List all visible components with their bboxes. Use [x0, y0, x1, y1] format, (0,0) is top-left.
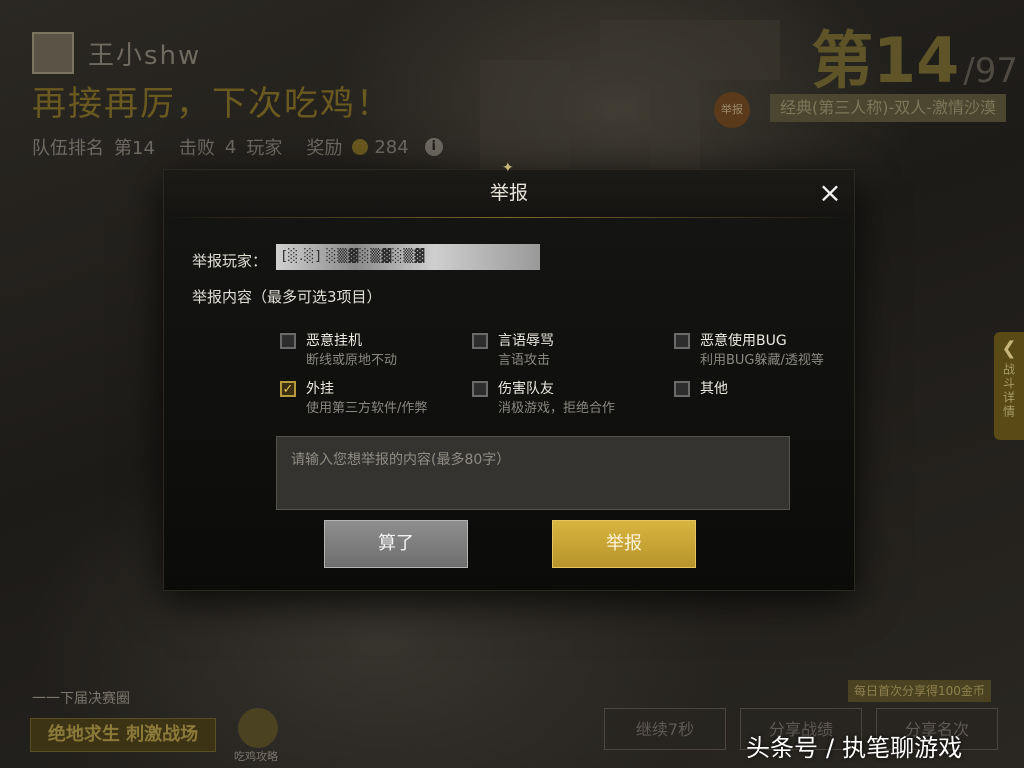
checkbox-checked[interactable]: ✓: [280, 381, 296, 397]
rank-total: /97: [963, 51, 1018, 91]
reward-value: 284: [374, 136, 409, 158]
avatar: [32, 32, 74, 74]
report-content-label: 举报内容（最多可选3项目）: [192, 288, 382, 306]
background-structure: [480, 60, 570, 180]
checkbox[interactable]: [674, 333, 690, 349]
option-title: 其他: [700, 381, 728, 397]
option-bug-abuse[interactable]: 恶意使用BUG 利用BUG躲藏/透视等: [674, 332, 824, 370]
kills-label: 击败: [178, 138, 215, 159]
option-cheating[interactable]: ✓ 外挂 使用第三方软件/作弊: [280, 380, 427, 418]
player-name: 王小shw: [88, 40, 202, 71]
checkbox[interactable]: [472, 381, 488, 397]
report-text-input[interactable]: 请输入您想举报的内容(最多80字）: [276, 436, 790, 510]
report-player-label: 举报玩家：: [192, 252, 268, 270]
background-structure: [650, 80, 700, 180]
checkbox[interactable]: [280, 333, 296, 349]
checkbox[interactable]: [472, 333, 488, 349]
match-stats: 队伍排名 第14 击败 4 玩家 奖励 284 i: [32, 134, 443, 160]
reward-label: 奖励: [306, 138, 343, 159]
bottom-left-text: 一一下届决赛圈: [32, 691, 130, 707]
option-other[interactable]: 其他: [674, 380, 728, 398]
option-team-damage[interactable]: 伤害队友 消极游戏，拒绝合作: [472, 380, 615, 418]
option-afk[interactable]: 恶意挂机 断线或原地不动: [280, 332, 397, 370]
share-reward-tip: 每日首次分享得100金币: [848, 680, 991, 702]
dialog-header: ✦ 举报 ×: [164, 160, 854, 219]
checkbox[interactable]: [674, 381, 690, 397]
option-desc: 言语攻击: [498, 353, 551, 368]
watermark-author: 执笔聊游戏: [842, 734, 963, 762]
option-title: 伤害队友: [498, 381, 554, 397]
kills-value: 4: [224, 136, 237, 158]
option-verbal-abuse[interactable]: 言语辱骂 言语攻击: [472, 332, 554, 370]
team-rank-label: 队伍排名: [32, 138, 104, 159]
watermark-separator: /: [826, 734, 835, 762]
watermark: 头条号 / 执笔聊游戏: [746, 728, 962, 763]
kills-unit: 玩家: [246, 138, 283, 159]
rank-number: 第14: [811, 24, 960, 97]
option-title: 外挂: [306, 381, 334, 397]
option-title: 恶意挂机: [306, 333, 362, 349]
option-title: 恶意使用BUG: [700, 333, 787, 349]
report-dialog: ✦ 举报 × 举报玩家： [░.░] ░▒▓░▒▓░▒▓ 举报内容（最多可选3项…: [164, 160, 854, 590]
player-info: 王小shw: [32, 32, 201, 74]
submit-report-button[interactable]: 举报: [552, 520, 696, 568]
option-title: 言语辱骂: [498, 333, 554, 349]
option-desc: 消极游戏，拒绝合作: [498, 401, 616, 416]
option-desc: 利用BUG躲藏/透视等: [700, 353, 824, 368]
battle-details-label: 战斗详情: [1001, 363, 1016, 419]
final-rank: 第14 /97: [811, 10, 1018, 100]
coin-icon: [352, 139, 369, 155]
option-desc: 断线或原地不动: [306, 353, 398, 368]
close-button[interactable]: ×: [816, 179, 844, 208]
watermark-source: 头条号: [746, 734, 818, 762]
option-desc: 使用第三方软件/作弊: [306, 401, 428, 416]
dialog-title: 举报: [489, 182, 528, 204]
report-badge[interactable]: 举报: [714, 92, 750, 128]
team-rank-value: 第14: [114, 138, 155, 159]
cancel-button[interactable]: 算了: [324, 520, 468, 568]
battle-details-tab[interactable]: ❮ 战斗详情: [994, 332, 1024, 440]
background-structure: [600, 20, 780, 80]
reported-player-field: [░.░] ░▒▓░▒▓░▒▓: [276, 244, 540, 270]
game-mode-label: 经典(第三人称)-双人-激情沙漠: [770, 94, 1007, 122]
chevron-left-icon: ❮: [1001, 338, 1017, 359]
result-headline: 再接再厉，下次吃鸡！: [32, 84, 392, 124]
game-logo: 绝地求生 刺激战场: [30, 718, 216, 752]
chicken-guide-icon[interactable]: [238, 708, 278, 748]
guide-label: 吃鸡攻略: [234, 750, 278, 763]
continue-button[interactable]: 继续7秒: [604, 708, 726, 750]
info-icon[interactable]: i: [424, 138, 443, 156]
